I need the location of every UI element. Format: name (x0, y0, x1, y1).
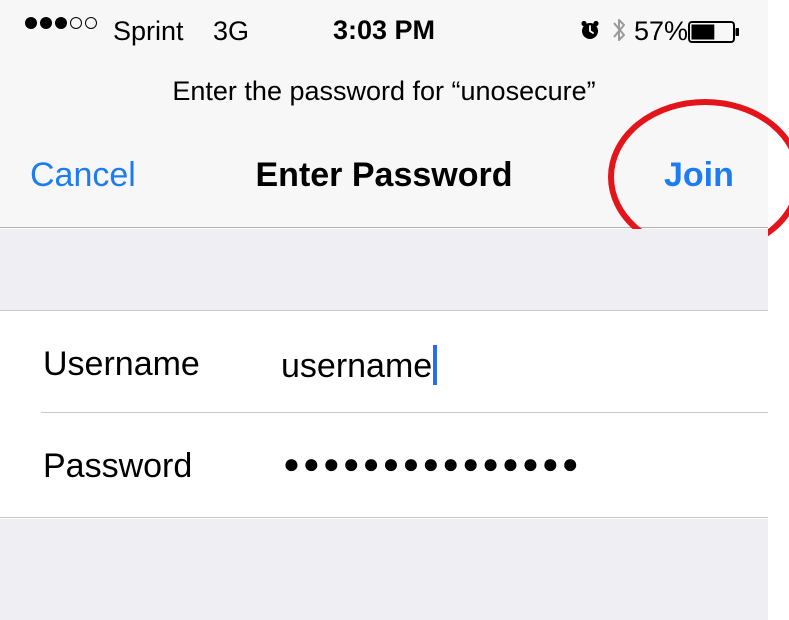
password-row: Password ●●●●●●●●●●●●●●● (0, 414, 768, 516)
section-spacer (0, 229, 768, 311)
join-button[interactable]: Join (664, 156, 734, 195)
top-bar: Sprint 3G 3:03 PM 57% Enter the password… (0, 0, 768, 228)
username-label: Username (43, 345, 200, 383)
alarm-icon (581, 20, 599, 39)
password-input[interactable]: ●●●●●●●●●●●●●●● (283, 448, 582, 480)
bluetooth-icon (613, 19, 625, 41)
status-bar: Sprint 3G 3:03 PM 57% (0, 0, 768, 66)
row-divider (41, 412, 768, 413)
username-input[interactable]: username (281, 345, 438, 386)
background-filler (0, 519, 768, 620)
text-cursor (433, 345, 438, 385)
battery-percentage: 57% (634, 16, 689, 46)
credentials-form: Username username Password ●●●●●●●●●●●●●… (0, 312, 768, 518)
username-value: username (281, 347, 433, 385)
password-label: Password (43, 447, 193, 485)
page-title: Enter Password (255, 156, 513, 194)
password-prompt: Enter the password for “unosecure” (172, 76, 596, 106)
username-row: Username username (0, 312, 768, 414)
battery-icon (688, 21, 739, 43)
